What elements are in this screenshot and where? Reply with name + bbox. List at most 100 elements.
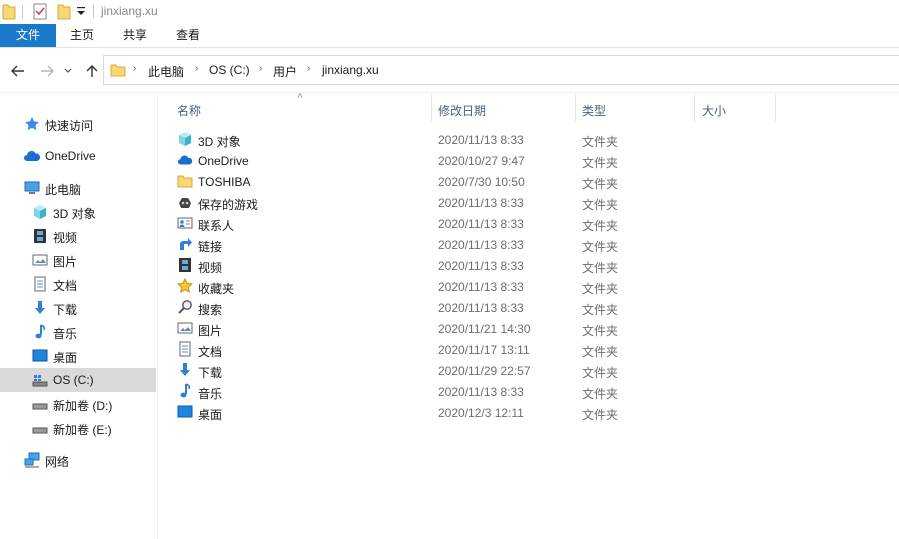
network-icon — [24, 452, 40, 468]
table-row[interactable]: 文档 2020/11/17 13:11 文件夹 — [173, 339, 873, 360]
nav-item-music[interactable]: 音乐 — [0, 320, 156, 344]
folder-icon — [177, 173, 193, 189]
column-divider[interactable] — [694, 94, 695, 122]
breadcrumb-this-pc[interactable]: 此电脑 — [148, 63, 184, 80]
chevron-right-icon[interactable]: › — [307, 63, 310, 74]
download-icon — [32, 300, 48, 316]
table-row[interactable]: 视频 2020/11/13 8:33 文件夹 — [173, 255, 873, 276]
tab-share[interactable]: 共享 — [113, 24, 157, 47]
back-button[interactable] — [8, 61, 28, 81]
cloud-icon — [23, 148, 41, 164]
nav-label: OS (C:) — [53, 373, 94, 387]
file-name: OneDrive — [198, 154, 249, 168]
chevron-right-icon[interactable]: › — [195, 63, 198, 74]
table-row[interactable]: OneDrive 2020/10/27 9:47 文件夹 — [173, 150, 873, 171]
nav-item-desktop[interactable]: 桌面 — [0, 344, 156, 368]
nav-item-volume-d[interactable]: 新加卷 (D:) — [0, 392, 156, 416]
nav-item-documents[interactable]: 文档 — [0, 272, 156, 296]
nav-item-this-pc[interactable]: 此电脑 — [0, 176, 156, 200]
column-header-size[interactable]: 大小 — [702, 102, 726, 119]
nav-item-volume-e[interactable]: 新加卷 (E:) — [0, 416, 156, 440]
file-type: 文件夹 — [582, 303, 619, 317]
desktop-icon — [177, 404, 193, 420]
star-icon — [24, 116, 40, 132]
nav-item-3d-objects[interactable]: 3D 对象 — [0, 200, 156, 224]
file-name: 下载 — [198, 366, 223, 380]
window-title: jinxiang.xu — [101, 4, 158, 18]
file-date: 2020/11/21 14:30 — [438, 322, 531, 336]
file-name: 图片 — [198, 324, 223, 338]
file-type: 文件夹 — [582, 324, 619, 338]
nav-label: 此电脑 — [45, 183, 82, 197]
nav-label: 下载 — [53, 303, 78, 317]
file-type: 文件夹 — [582, 135, 619, 149]
table-row[interactable]: 保存的游戏 2020/11/13 8:33 文件夹 — [173, 192, 873, 213]
ribbon-tabs: 文件 主页 共享 查看 — [0, 24, 899, 48]
table-row[interactable]: 音乐 2020/11/13 8:33 文件夹 — [173, 381, 873, 402]
music-icon — [32, 324, 48, 340]
table-row[interactable]: 收藏夹 2020/11/13 8:33 文件夹 — [173, 276, 873, 297]
new-folder-icon[interactable] — [57, 3, 71, 23]
navigation-pane: 快速访问 OneDrive 此电脑 3D 对象 视频 图片 文档 下载 音乐 桌… — [0, 94, 158, 539]
nav-item-os-c[interactable]: OS (C:) — [0, 368, 156, 392]
up-button[interactable] — [82, 61, 102, 81]
tab-file[interactable]: 文件 — [0, 24, 56, 47]
tab-view[interactable]: 查看 — [166, 24, 210, 47]
nav-label: 3D 对象 — [53, 207, 96, 221]
table-row[interactable]: 3D 对象 2020/11/13 8:33 文件夹 — [173, 129, 873, 150]
file-name: 3D 对象 — [198, 135, 241, 149]
table-row[interactable]: TOSHIBA 2020/7/30 10:50 文件夹 — [173, 171, 873, 192]
column-header-name[interactable]: 名称 — [177, 102, 201, 119]
table-row[interactable]: 联系人 2020/11/13 8:33 文件夹 — [173, 213, 873, 234]
file-date: 2020/11/13 8:33 — [438, 301, 524, 315]
breadcrumb-os-c[interactable]: OS (C:) — [209, 63, 250, 77]
column-divider[interactable] — [575, 94, 576, 122]
nav-item-quick-access[interactable]: 快速访问 — [0, 112, 156, 136]
nav-item-downloads[interactable]: 下载 — [0, 296, 156, 320]
tab-home[interactable]: 主页 — [60, 24, 104, 47]
nav-item-network[interactable]: 网络 — [0, 448, 156, 472]
chevron-right-icon[interactable]: › — [259, 63, 262, 74]
nav-item-videos[interactable]: 视频 — [0, 224, 156, 248]
file-name: 桌面 — [198, 408, 223, 422]
chevron-right-icon[interactable]: › — [133, 63, 136, 74]
column-header-type[interactable]: 类型 — [582, 102, 606, 119]
table-row[interactable]: 搜索 2020/11/13 8:33 文件夹 — [173, 297, 873, 318]
table-row[interactable]: 图片 2020/11/21 14:30 文件夹 — [173, 318, 873, 339]
properties-icon[interactable] — [33, 3, 47, 23]
film-icon — [32, 228, 48, 244]
cube-icon — [32, 204, 48, 220]
file-date: 2020/11/13 8:33 — [438, 133, 524, 147]
document-icon — [177, 341, 193, 357]
nav-item-pictures[interactable]: 图片 — [0, 248, 156, 272]
nav-item-onedrive[interactable]: OneDrive — [0, 144, 156, 168]
breadcrumb-users[interactable]: 用户 — [273, 63, 297, 80]
music-icon — [177, 383, 193, 399]
nav-label: 视频 — [53, 231, 78, 245]
table-row[interactable]: 链接 2020/11/13 8:33 文件夹 — [173, 234, 873, 255]
nav-label: 网络 — [45, 455, 70, 469]
customize-toolbar-icon[interactable] — [76, 5, 86, 20]
breadcrumb-user-folder[interactable]: jinxiang.xu — [322, 63, 379, 77]
column-divider[interactable] — [775, 94, 776, 122]
column-divider[interactable] — [431, 94, 432, 122]
computer-icon — [24, 180, 40, 196]
nav-label: 图片 — [53, 255, 78, 269]
file-name: 收藏夹 — [198, 282, 235, 296]
table-row[interactable]: 下载 2020/11/29 22:57 文件夹 — [173, 360, 873, 381]
divider — [93, 5, 94, 18]
file-name: 视频 — [198, 261, 223, 275]
nav-label: 新加卷 (E:) — [53, 423, 112, 437]
file-date: 2020/11/13 8:33 — [438, 280, 524, 294]
nav-label: 桌面 — [53, 351, 78, 365]
table-row[interactable]: 桌面 2020/12/3 12:11 文件夹 — [173, 402, 873, 423]
column-header-row: ˄ 名称 修改日期 类型 大小 — [159, 91, 899, 124]
file-type: 文件夹 — [582, 219, 619, 233]
folder-icon — [2, 3, 16, 23]
address-bar[interactable]: › 此电脑 › OS (C:) › 用户 › jinxiang.xu — [103, 55, 899, 85]
column-header-date[interactable]: 修改日期 — [438, 102, 486, 119]
forward-button[interactable] — [37, 61, 57, 81]
recent-locations-button[interactable] — [62, 61, 74, 81]
file-date: 2020/11/29 22:57 — [438, 364, 531, 378]
file-date: 2020/11/13 8:33 — [438, 238, 524, 252]
